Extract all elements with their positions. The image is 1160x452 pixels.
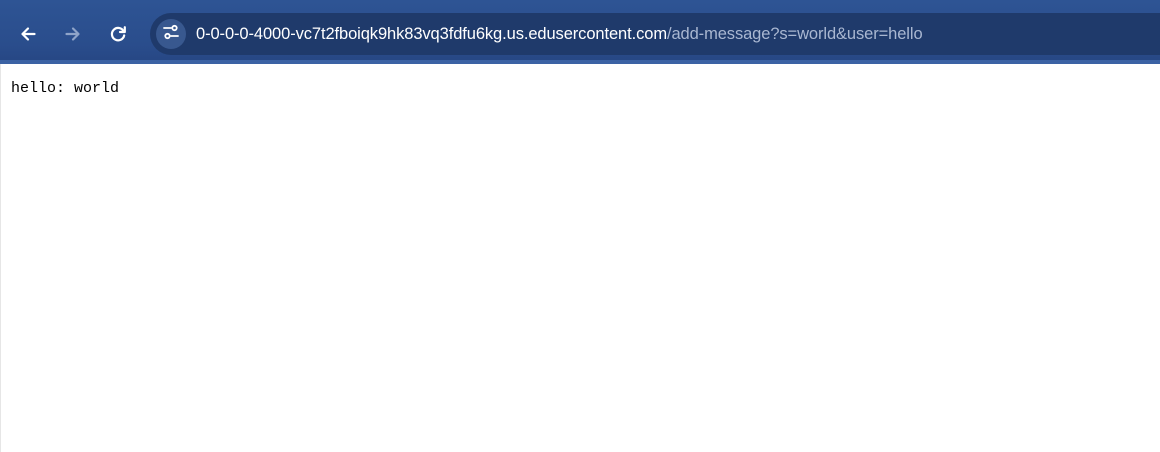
- tune-icon: [162, 23, 180, 46]
- reload-button[interactable]: [100, 16, 136, 52]
- url-path: /add-message?s=world&user=hello: [666, 24, 923, 43]
- url-host: 0-0-0-0-4000-vc7t2fboiqk9hk83vq3fdfu6kg.…: [196, 24, 667, 43]
- browser-window: 0-0-0-0-4000-vc7t2fboiqk9hk83vq3fdfu6kg.…: [0, 0, 1160, 452]
- forward-button[interactable]: [55, 16, 91, 52]
- reload-icon: [108, 24, 128, 44]
- message-text: hello: world: [11, 80, 120, 97]
- arrow-left-icon: [18, 24, 38, 44]
- address-bar[interactable]: 0-0-0-0-4000-vc7t2fboiqk9hk83vq3fdfu6kg.…: [150, 13, 1160, 55]
- arrow-right-icon: [63, 24, 83, 44]
- page-content: hello: world: [0, 64, 1160, 452]
- url-text[interactable]: 0-0-0-0-4000-vc7t2fboiqk9hk83vq3fdfu6kg.…: [196, 25, 923, 44]
- back-button[interactable]: [10, 16, 46, 52]
- browser-toolbar: 0-0-0-0-4000-vc7t2fboiqk9hk83vq3fdfu6kg.…: [0, 0, 1160, 64]
- site-info-button[interactable]: [156, 19, 186, 49]
